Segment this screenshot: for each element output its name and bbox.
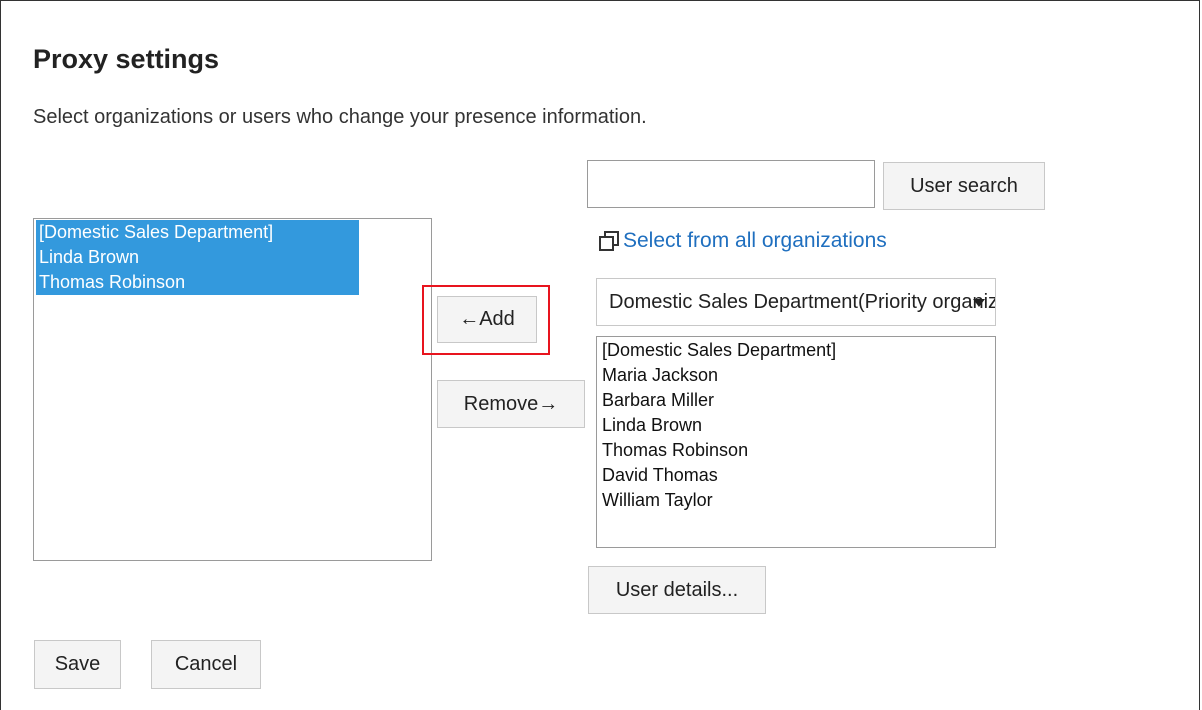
cancel-button[interactable]: Cancel [151,640,261,689]
list-item[interactable]: Thomas Robinson [36,270,359,295]
list-item[interactable]: [Domestic Sales Department] [599,338,993,363]
remove-button[interactable]: Remove→ [437,380,585,428]
user-search-button[interactable]: User search [883,162,1045,210]
user-details-button[interactable]: User details... [588,566,766,614]
list-item[interactable]: David Thomas [599,463,993,488]
add-button[interactable]: ←Add [437,296,537,343]
save-button[interactable]: Save [34,640,121,689]
list-item[interactable]: Thomas Robinson [599,438,993,463]
page-title: Proxy settings [33,44,220,74]
list-item[interactable]: William Taylor [599,488,993,513]
page-description: Select organizations or users who change… [33,106,647,128]
select-all-organizations-label: Select from all organizations [623,229,887,252]
list-item[interactable]: Maria Jackson [599,363,993,388]
user-search-input[interactable] [587,160,875,208]
list-item[interactable]: Linda Brown [36,245,359,270]
popup-window-icon [599,231,619,251]
chevron-down-icon [973,299,985,307]
candidate-users-list[interactable]: [Domestic Sales Department] Maria Jackso… [596,336,996,548]
list-item[interactable]: Barbara Miller [599,388,993,413]
list-item[interactable]: [Domestic Sales Department] [36,220,359,245]
organization-dropdown-value: Domestic Sales Department(Priority organ… [609,290,995,313]
organization-dropdown[interactable]: Domestic Sales Department(Priority organ… [596,278,996,326]
select-all-organizations-link[interactable]: Select from all organizations [598,229,887,253]
selected-users-list[interactable]: [Domestic Sales Department] Linda Brown … [33,218,432,561]
list-item[interactable]: Linda Brown [599,413,993,438]
